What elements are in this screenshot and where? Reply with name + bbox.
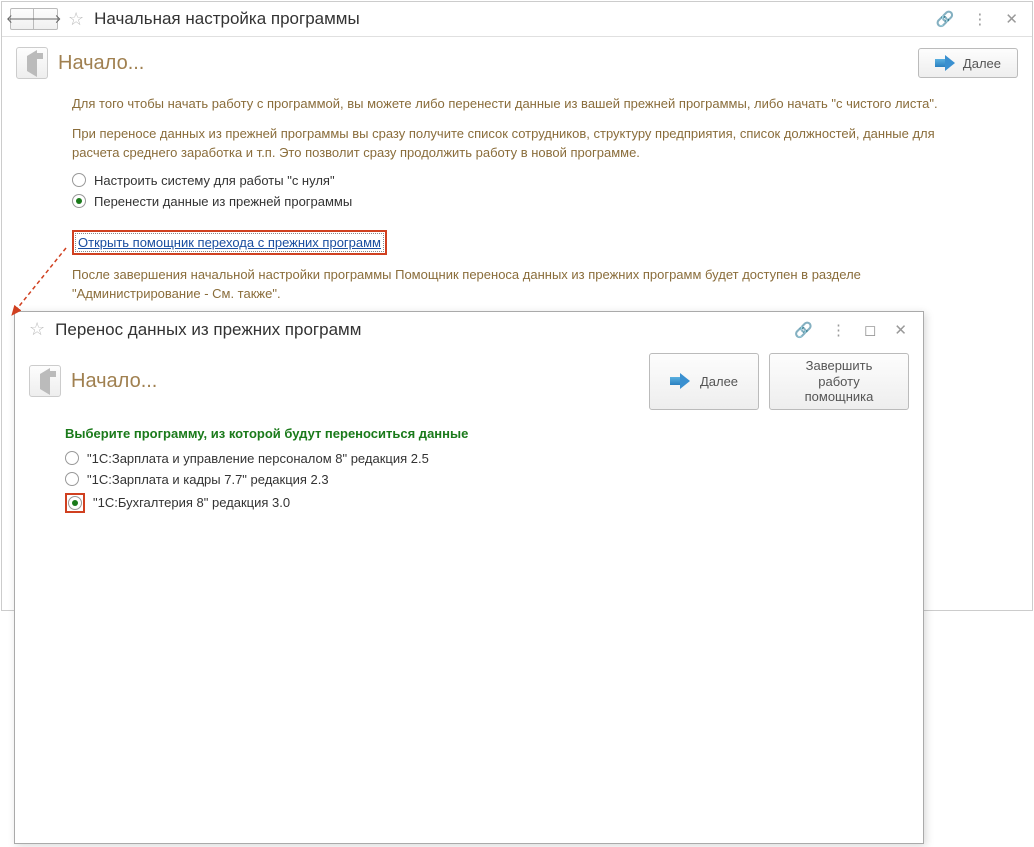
radio-icon [68,496,82,510]
radio-icon [65,451,79,465]
next-label: Далее [963,56,1001,71]
nav-buttons: 🡐 🡒 [10,8,58,30]
radio-icon [65,472,79,486]
radio-label: Перенести данные из прежней программы [94,194,352,209]
radio-option-transfer[interactable]: Перенести данные из прежней программы [72,194,962,209]
migration-wizard-window: ☆ Перенос данных из прежних программ 🔗 ⋮… [14,311,924,844]
radio-label: Настроить систему для работы "с нуля" [94,173,335,188]
kebab-menu-icon[interactable]: ⋮ [966,10,993,28]
radio-label: "1С:Зарплата и управление персоналом 8" … [87,451,429,466]
favorite-star-icon[interactable]: ☆ [68,9,84,30]
radio-icon [72,194,86,208]
radio-label: "1С:Бухгалтерия 8" редакция 3.0 [93,495,290,510]
finish-wizard-button[interactable]: Завершить работу помощника [769,353,909,410]
arrow-left-icon [40,374,50,389]
sub-wizard-step-label: Начало... [71,370,157,393]
wizard-back-button[interactable] [16,47,48,79]
footnote-text: После завершения начальной настройки про… [72,265,962,304]
sub-next-button[interactable]: Далее [649,353,759,410]
source-option-buh30[interactable]: "1С:Бухгалтерия 8" редакция 3.0 [65,493,873,513]
source-option-zk77[interactable]: "1С:Зарплата и кадры 7.7" редакция 2.3 [65,472,873,487]
highlighted-radio [65,493,85,513]
open-migration-wizard-link[interactable]: Открыть помощник перехода с прежних прог… [72,230,387,255]
radio-option-fresh[interactable]: Настроить систему для работы "с нуля" [72,173,962,188]
arrow-left-icon [27,56,37,71]
source-program-prompt: Выберите программу, из которой будут пер… [65,426,873,441]
nav-forward-button[interactable]: 🡒 [34,8,58,30]
close-icon[interactable]: ✕ [999,10,1024,28]
arrow-right-icon [935,55,957,71]
link-icon[interactable]: 🔗 [788,321,819,339]
radio-label: "1С:Зарплата и кадры 7.7" редакция 2.3 [87,472,329,487]
kebab-menu-icon[interactable]: ⋮ [825,321,852,339]
wizard-next-button[interactable]: Далее [918,48,1018,78]
main-title: Начальная настройка программы [94,9,360,29]
next-label: Далее [700,374,738,390]
main-content: Для того чтобы начать работу с программо… [2,89,1032,314]
main-title-bar: 🡐 🡒 ☆ Начальная настройка программы 🔗 ⋮ … [2,2,1032,37]
sub-window-title: Перенос данных из прежних программ [55,320,361,340]
wizard-header: Начало... Далее [2,37,1032,89]
radio-icon [72,173,86,187]
sub-wizard-back-button[interactable] [29,365,61,397]
wizard-step-label: Начало... [58,52,144,75]
sub-title-bar: ☆ Перенос данных из прежних программ 🔗 ⋮… [15,312,923,347]
source-option-zup25[interactable]: "1С:Зарплата и управление персоналом 8" … [65,451,873,466]
sub-wizard-header: Начало... Далее Завершить работу помощни… [15,347,923,416]
close-icon[interactable]: ✕ [888,321,913,339]
sub-content: Выберите программу, из которой будут пер… [15,416,923,529]
arrow-right-icon [670,373,692,389]
intro-paragraph-2: При переносе данных из прежней программы… [72,124,962,163]
finish-label: Завершить работу помощника [786,358,892,405]
arrow-right-icon: 🡒 [29,13,61,25]
maximize-icon[interactable]: ◻ [858,321,882,339]
favorite-star-icon[interactable]: ☆ [29,319,45,340]
intro-paragraph-1: Для того чтобы начать работу с программо… [72,94,962,114]
link-icon[interactable]: 🔗 [930,10,961,28]
